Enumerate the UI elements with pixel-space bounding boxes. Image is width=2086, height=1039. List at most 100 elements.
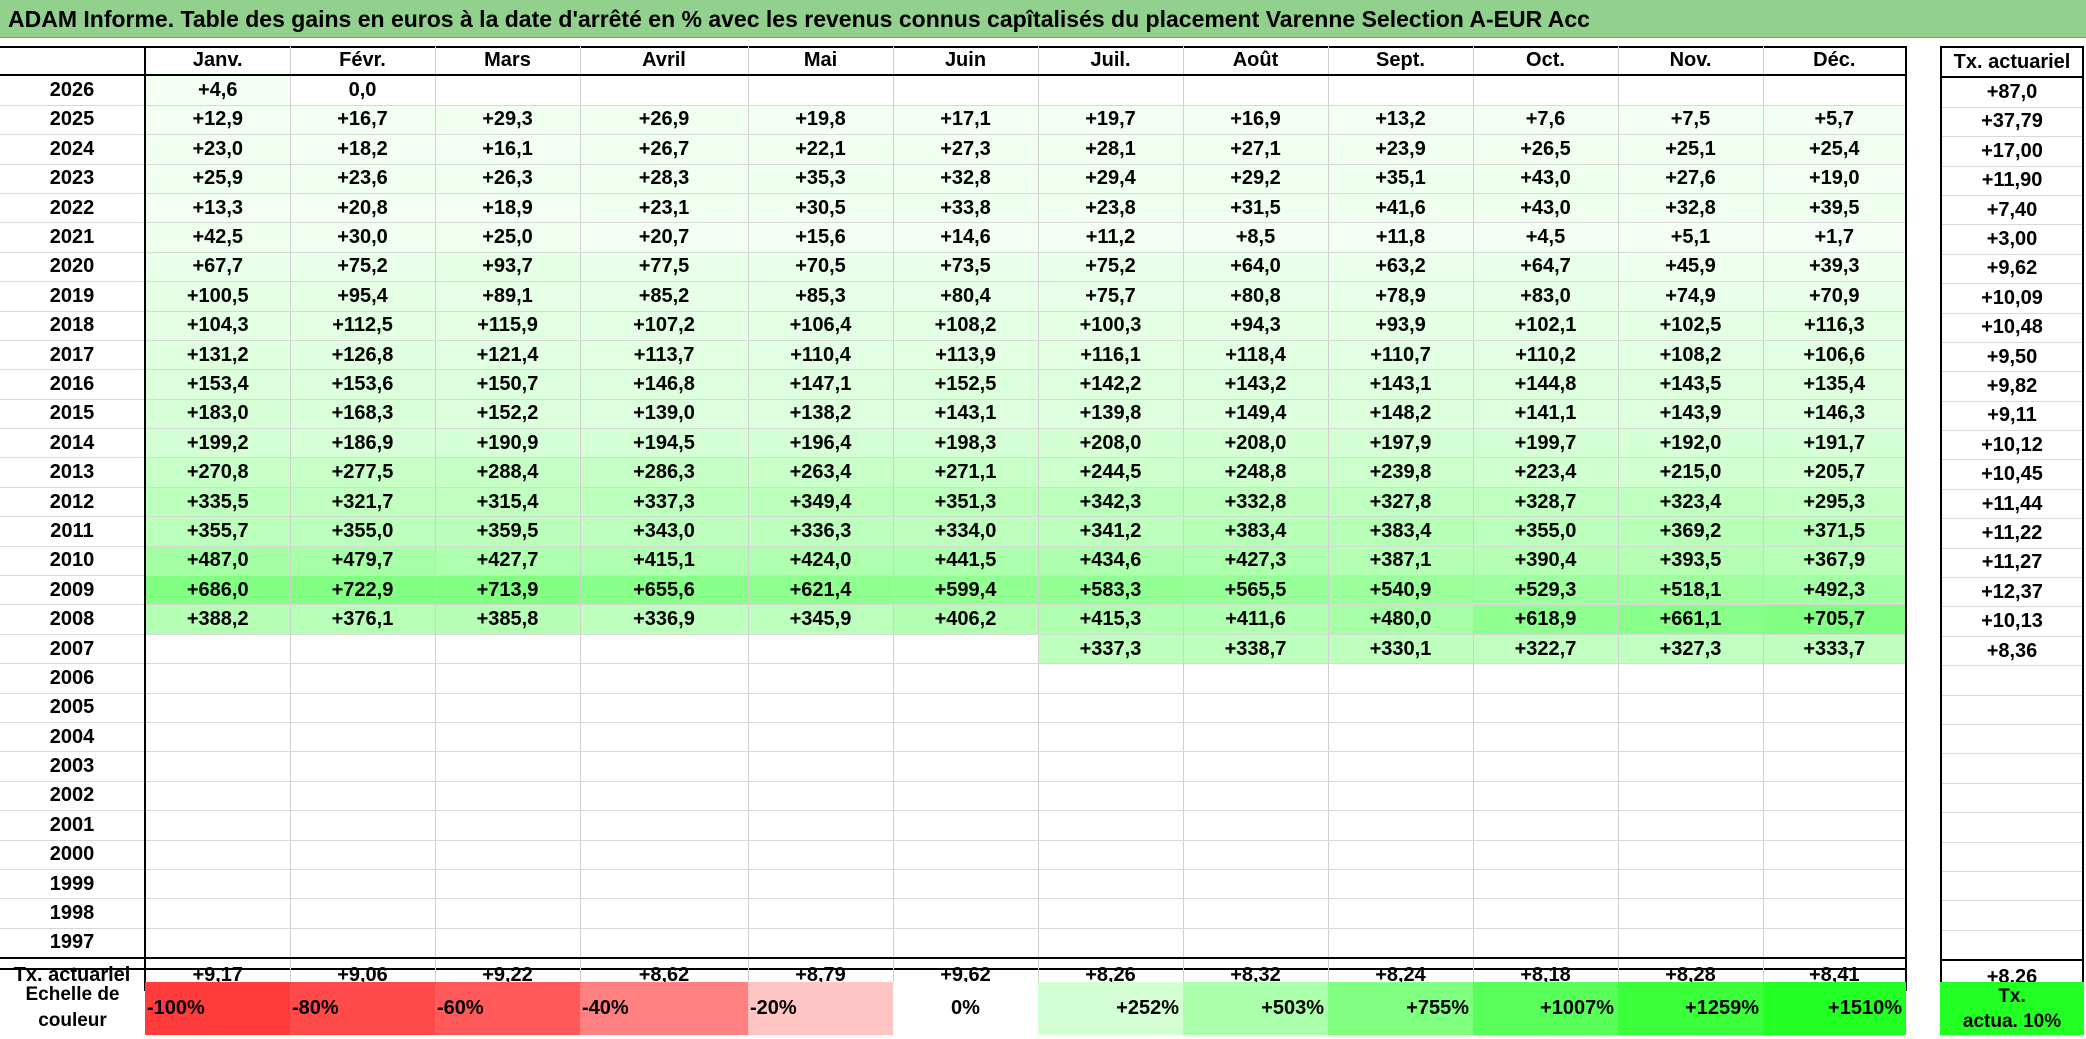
gain-cell: +277,5 xyxy=(290,457,436,488)
gain-cell xyxy=(748,869,894,900)
gain-cell: +190,9 xyxy=(435,428,581,459)
color-scale-swatch: -40% xyxy=(580,982,748,1035)
tx-actuariel-cell xyxy=(1941,930,2083,961)
gain-cell: +168,3 xyxy=(290,399,436,430)
gain-cell: +20,8 xyxy=(290,193,436,224)
gain-cell xyxy=(1763,810,1907,841)
gain-cell: +28,3 xyxy=(580,164,749,194)
gain-cell xyxy=(748,634,894,665)
year-row: 2007 +337,3 +338,7 +330,1 +322,7 +327,3 +333,7 xyxy=(0,634,1907,665)
gain-cell xyxy=(1473,781,1619,812)
gain-cell: +186,9 xyxy=(290,428,436,459)
gain-cell: +75,2 xyxy=(290,252,436,283)
gain-cell: +270,8 xyxy=(145,457,291,488)
gain-cell: +565,5 xyxy=(1183,575,1329,606)
month-header: Sept. xyxy=(1328,46,1474,77)
gain-cell: +18,9 xyxy=(435,193,581,224)
gain-cell: +35,1 xyxy=(1328,164,1474,194)
gain-cell: +108,2 xyxy=(1618,340,1764,371)
year-row: 2001 xyxy=(0,810,1907,841)
gain-cell xyxy=(1328,840,1474,870)
year-label: 2011 xyxy=(0,516,146,547)
gain-cell: +27,3 xyxy=(893,134,1039,165)
gain-cell: +116,1 xyxy=(1038,340,1184,371)
gain-cell: +487,0 xyxy=(145,546,291,577)
gain-cell xyxy=(1038,840,1184,870)
year-label: 2026 xyxy=(0,75,146,106)
year-row: 2005 xyxy=(0,693,1907,723)
month-header: Juil. xyxy=(1038,46,1184,77)
gain-cell: +334,0 xyxy=(893,516,1039,547)
gain-cell xyxy=(1038,751,1184,782)
gain-cell: +149,4 xyxy=(1183,399,1329,430)
gain-cell xyxy=(893,75,1039,106)
gain-cell: +27,1 xyxy=(1183,134,1329,165)
gain-cell: +16,1 xyxy=(435,134,581,165)
gain-cell: +30,5 xyxy=(748,193,894,224)
gain-cell: +32,8 xyxy=(893,164,1039,194)
gain-cell xyxy=(748,693,894,723)
gain-cell: +94,3 xyxy=(1183,311,1329,341)
gain-cell xyxy=(435,781,581,812)
gain-cell: +64,7 xyxy=(1473,252,1619,283)
gain-cell: +722,9 xyxy=(290,575,436,606)
month-header: Mars xyxy=(435,46,581,77)
gain-cell: +223,4 xyxy=(1473,457,1619,488)
gain-cell: +141,1 xyxy=(1473,399,1619,430)
gain-cell: +80,4 xyxy=(893,281,1039,312)
gain-cell: +327,8 xyxy=(1328,487,1474,518)
gain-cell: +427,7 xyxy=(435,546,581,577)
gain-cell: +15,6 xyxy=(748,222,894,253)
year-row: 2022 +13,3 +20,8 +18,9 +23,1 +30,5 +33,8 +23,8 +… xyxy=(0,193,1907,224)
gain-cell: +618,9 xyxy=(1473,604,1619,635)
gains-table: Janv. Févr. Mars Avril Mai Juin Juil. Août Sept.… xyxy=(0,46,1907,992)
gain-cell: +337,3 xyxy=(1038,634,1184,665)
gain-cell: +26,7 xyxy=(580,134,749,165)
gain-cell: +4,6 xyxy=(145,75,291,106)
gain-cell xyxy=(1763,928,1907,959)
gain-cell xyxy=(1183,869,1329,900)
month-header: Févr. xyxy=(290,46,436,77)
gain-cell: +73,5 xyxy=(893,252,1039,283)
tx-actuariel-cell: +11,90 xyxy=(1941,166,2083,196)
gain-cell xyxy=(1473,898,1619,929)
tx-actuariel-cell: +9,11 xyxy=(1941,401,2083,432)
gain-cell xyxy=(290,634,436,665)
gain-cell xyxy=(893,898,1039,929)
gain-cell xyxy=(1473,722,1619,753)
gain-cell: +322,7 xyxy=(1473,634,1619,665)
gain-cell xyxy=(1473,928,1619,959)
gain-cell: +4,5 xyxy=(1473,222,1619,253)
gains-table-wrap: Janv. Févr. Mars Avril Mai Juin Juil. Août Sept.… xyxy=(0,46,1907,992)
gain-cell xyxy=(1183,751,1329,782)
gain-cell: +13,2 xyxy=(1328,105,1474,136)
gain-cell xyxy=(145,898,291,929)
gain-cell xyxy=(1763,869,1907,900)
gain-cell: +113,9 xyxy=(893,340,1039,371)
tx-actuariel-cell: +10,12 xyxy=(1941,430,2083,461)
year-row: 2025 +12,9 +16,7 +29,3 +26,9 +19,8 +17,1 +19,7 +… xyxy=(0,105,1907,136)
color-scale-swatch: +503% xyxy=(1183,982,1328,1035)
gain-cell: +355,0 xyxy=(290,516,436,547)
gain-cell xyxy=(893,751,1039,782)
gain-cell: +28,1 xyxy=(1038,134,1184,165)
month-header: Déc. xyxy=(1763,46,1907,77)
gain-cell: +661,1 xyxy=(1618,604,1764,635)
gain-cell: +139,0 xyxy=(580,399,749,430)
gain-cell: +333,7 xyxy=(1763,634,1907,665)
tx-actuariel-cell: +10,45 xyxy=(1941,459,2083,490)
gain-cell xyxy=(1038,781,1184,812)
gain-cell: +26,5 xyxy=(1473,134,1619,165)
gain-cell: +104,3 xyxy=(145,311,291,341)
gain-cell xyxy=(1183,663,1329,694)
year-row: 1997 xyxy=(0,928,1907,959)
gain-cell: +208,0 xyxy=(1038,428,1184,459)
gain-cell xyxy=(1038,75,1184,106)
gain-cell xyxy=(290,751,436,782)
color-scale-swatch: -20% xyxy=(748,982,893,1035)
gain-cell: +29,2 xyxy=(1183,164,1329,194)
gain-cell: +385,8 xyxy=(435,604,581,635)
gain-cell xyxy=(580,840,749,870)
gain-cell xyxy=(893,663,1039,694)
gain-cell: +355,7 xyxy=(145,516,291,547)
